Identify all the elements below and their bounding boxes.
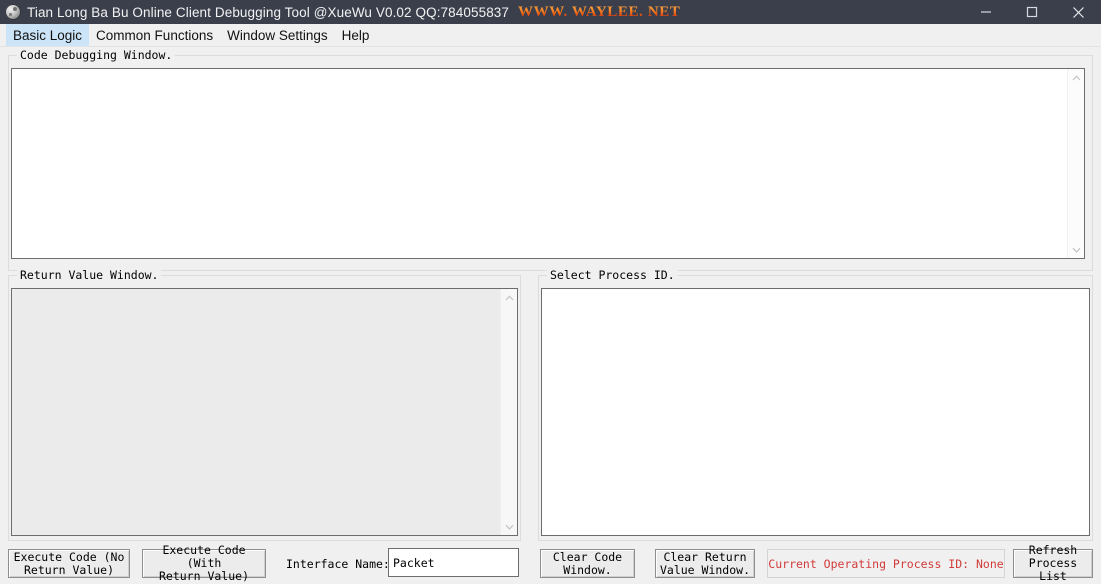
maximize-icon — [1026, 6, 1038, 18]
group-return-value-label: Return Value Window. — [17, 268, 162, 282]
code-debugging-scrollbar[interactable] — [1067, 69, 1084, 258]
interface-name-input[interactable]: Packet — [388, 548, 519, 577]
brand-watermark: WWW. WAYLEE. NET — [518, 3, 681, 20]
menu-item-window-settings[interactable]: Window Settings — [220, 24, 335, 46]
group-code-debugging-label: Code Debugging Window. — [17, 48, 176, 62]
interface-name-label: Interface Name: — [286, 556, 390, 571]
execute-code-with-return-button[interactable]: Execute Code (With Return Value) — [142, 544, 266, 583]
menu-item-basic-logic[interactable]: Basic Logic — [6, 24, 90, 46]
scroll-down-arrow[interactable] — [501, 518, 517, 535]
return-value-textarea[interactable] — [11, 288, 518, 536]
group-select-process-label: Select Process ID. — [547, 268, 678, 282]
process-list[interactable] — [541, 288, 1090, 536]
app-globe-icon — [5, 4, 21, 20]
title-bar: Tian Long Ba Bu Online Client Debugging … — [0, 0, 1101, 24]
scroll-up-arrow[interactable] — [1068, 69, 1084, 86]
status-panel: Current Operating Process ID: None — [767, 549, 1005, 578]
menu-item-common-functions[interactable]: Common Functions — [89, 24, 220, 46]
window-title: Tian Long Ba Bu Online Client Debugging … — [27, 4, 510, 20]
code-debugging-textarea[interactable] — [11, 68, 1085, 259]
scroll-down-arrow[interactable] — [1068, 241, 1084, 258]
clear-return-value-window-button[interactable]: Clear Return Value Window. — [655, 549, 755, 578]
return-value-scrollbar[interactable] — [500, 289, 517, 535]
scroll-up-arrow[interactable] — [501, 289, 517, 306]
window-controls — [963, 0, 1101, 24]
bottom-toolbar: Execute Code (No Return Value) Execute C… — [0, 541, 1101, 584]
maximize-button[interactable] — [1009, 0, 1055, 24]
clear-code-window-button[interactable]: Clear Code Window. — [540, 549, 635, 578]
current-process-id-status: Current Operating Process ID: None — [768, 556, 1004, 571]
menu-item-help[interactable]: Help — [335, 24, 377, 46]
menu-bar: Basic Logic Common Functions Window Sett… — [0, 24, 1101, 47]
minimize-button[interactable] — [963, 0, 1009, 24]
close-button[interactable] — [1055, 0, 1101, 24]
execute-code-no-return-button[interactable]: Execute Code (No Return Value) — [8, 549, 130, 578]
minimize-icon — [981, 11, 991, 13]
close-icon — [1072, 6, 1084, 18]
refresh-process-list-button[interactable]: Refresh Process List — [1013, 544, 1093, 583]
main-content: Code Debugging Window. Return Value Wind… — [0, 47, 1101, 584]
